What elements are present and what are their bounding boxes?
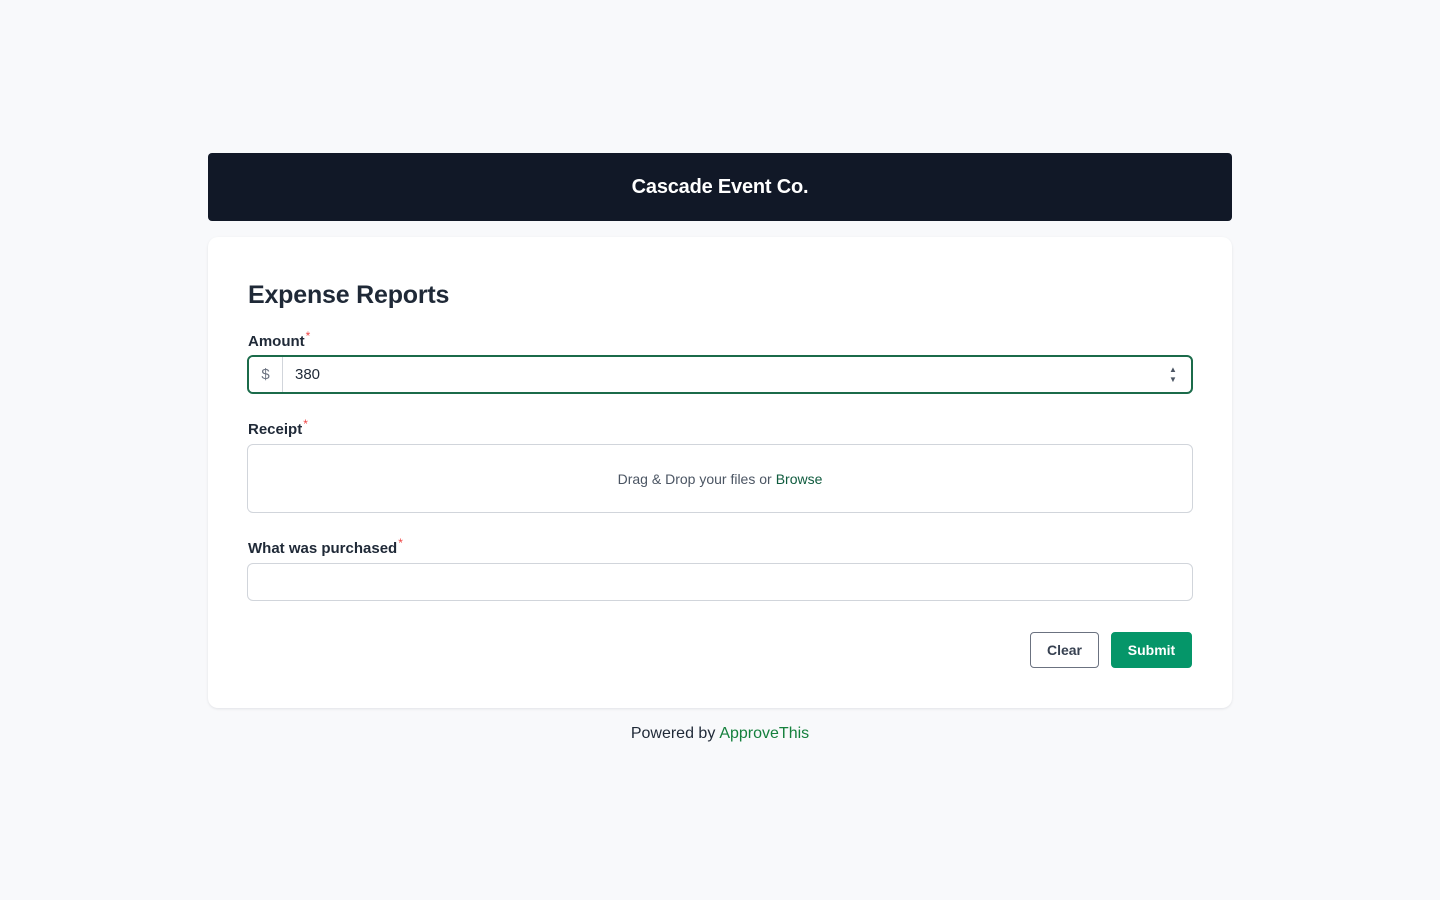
app-header: Cascade Event Co. bbox=[208, 153, 1232, 221]
amount-label: Amount* bbox=[248, 329, 310, 350]
amount-label-text: Amount bbox=[248, 333, 305, 350]
required-mark: * bbox=[398, 536, 403, 550]
receipt-label-text: Receipt bbox=[248, 421, 303, 438]
spinner-down-icon[interactable]: ▼ bbox=[1169, 375, 1177, 384]
company-title: Cascade Event Co. bbox=[631, 175, 809, 198]
approvethis-link[interactable]: ApproveThis bbox=[719, 725, 809, 742]
receipt-dropzone[interactable]: Drag & Drop your files or Browse bbox=[247, 444, 1193, 513]
currency-prefix: $ bbox=[249, 357, 283, 392]
footer: Powered by ApproveThis bbox=[0, 725, 1440, 743]
dropzone-text: Drag & Drop your files or bbox=[617, 470, 772, 487]
footer-prefix: Powered by bbox=[630, 725, 716, 742]
purchased-label: What was purchased* bbox=[248, 536, 403, 557]
form-card: Expense Reports Amount* $ ▲ ▼ Receipt* D… bbox=[208, 237, 1232, 708]
browse-link[interactable]: Browse bbox=[776, 471, 823, 487]
amount-input[interactable] bbox=[283, 357, 1155, 392]
required-mark: * bbox=[303, 417, 308, 431]
clear-button[interactable]: Clear bbox=[1030, 632, 1099, 668]
required-mark: * bbox=[305, 329, 311, 343]
purchased-input[interactable] bbox=[247, 563, 1193, 601]
submit-button[interactable]: Submit bbox=[1111, 632, 1192, 668]
amount-field[interactable]: $ ▲ ▼ bbox=[247, 355, 1193, 394]
spinner-up-icon[interactable]: ▲ bbox=[1169, 365, 1177, 374]
purchased-label-text: What was purchased bbox=[248, 540, 398, 557]
receipt-label: Receipt* bbox=[248, 417, 308, 438]
amount-spinner[interactable]: ▲ ▼ bbox=[1155, 357, 1191, 392]
form-title: Expense Reports bbox=[248, 281, 450, 309]
